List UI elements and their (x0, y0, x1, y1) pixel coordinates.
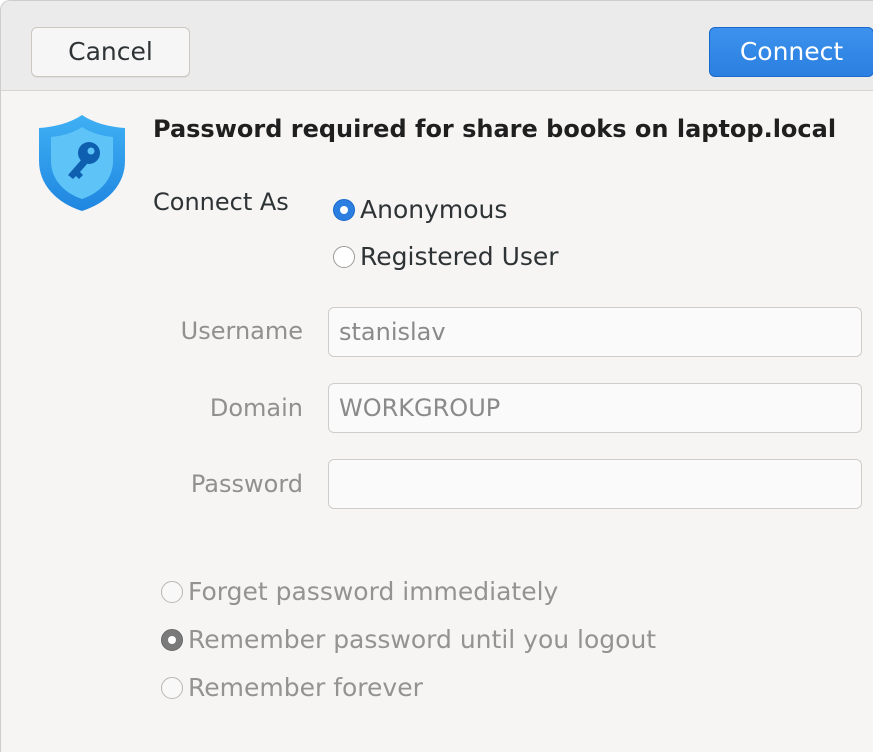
domain-field[interactable]: WORKGROUP (328, 383, 862, 433)
radio-registered-user[interactable]: Registered User (333, 242, 559, 271)
radio-unselected-indicator[interactable] (333, 245, 355, 268)
radio-anonymous[interactable]: Anonymous (333, 195, 507, 224)
connect-button[interactable]: Connect (709, 27, 873, 77)
header-bar: Cancel Connect (1, 1, 873, 91)
password-field[interactable] (328, 459, 862, 509)
radio-remember-until-logout-label: Remember password until you logout (188, 625, 657, 654)
connect-as-label: Connect As (153, 188, 289, 216)
domain-label: Domain (209, 394, 303, 422)
radio-remember-until-logout[interactable]: Remember password until you logout (161, 625, 656, 654)
password-label: Password (190, 470, 303, 498)
radio-forget-immediately[interactable]: Forget password immediately (161, 577, 558, 606)
dialog-title: Password required for share books on lap… (153, 115, 837, 143)
radio-remember-forever-label: Remember forever (188, 673, 423, 702)
shield-key-icon (39, 115, 125, 211)
radio-unselected-indicator[interactable] (161, 580, 183, 603)
username-field[interactable]: stanislav (328, 307, 862, 357)
radio-registered-user-label: Registered User (360, 242, 559, 271)
radio-selected-indicator[interactable] (333, 198, 355, 221)
username-label: Username (180, 317, 303, 345)
radio-anonymous-label: Anonymous (360, 195, 508, 224)
password-dialog: Cancel Connect Password required for sha… (0, 0, 873, 752)
cancel-button[interactable]: Cancel (31, 27, 190, 77)
radio-selected-indicator[interactable] (161, 628, 183, 651)
radio-unselected-indicator[interactable] (161, 676, 183, 699)
radio-remember-forever[interactable]: Remember forever (161, 673, 423, 702)
radio-forget-immediately-label: Forget password immediately (188, 577, 559, 606)
